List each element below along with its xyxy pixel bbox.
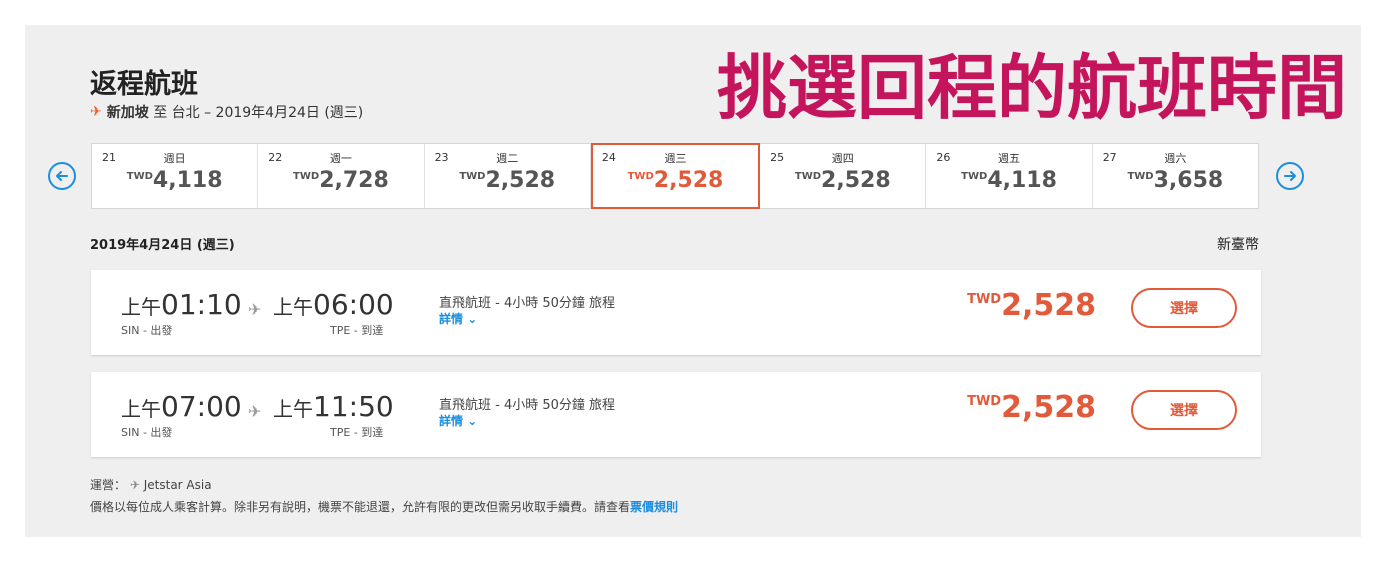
date-price: TWD3,658 <box>1127 168 1224 193</box>
fare-note-text: 價格以每位成人乘客計算。除非另有說明，機票不能退還，允許有限的更改但需另收取手續… <box>90 500 631 514</box>
overlay-caption: 挑選回程的航班時間 <box>717 46 1347 129</box>
fare-note: 價格以每位成人乘客計算。除非另有說明，機票不能退還，允許有限的更改但需另收取手續… <box>90 498 678 515</box>
route-date: – 2019年4月24日 (週三) <box>204 105 364 121</box>
next-dates-button[interactable] <box>1276 162 1304 190</box>
date-price: TWD4,118 <box>126 168 223 193</box>
flight-price: TWD2,528 <box>967 390 1096 425</box>
chevron-down-icon: ⌄ <box>467 312 478 326</box>
departure-time: 上午07:00 <box>121 390 242 423</box>
flight-description: 直飛航班 - 4小時 50分鐘 旅程 <box>439 296 616 311</box>
date-option-24-selected[interactable]: 24 週三 TWD2,528 <box>590 143 761 209</box>
arrival-airport: TPE - 到達 <box>330 426 384 439</box>
date-price: TWD4,118 <box>961 168 1057 193</box>
date-weekday: 週四 <box>831 152 854 165</box>
selected-date-heading: 2019年4月24日 (週三) <box>90 238 235 253</box>
flight-price: TWD2,528 <box>967 288 1096 323</box>
departure-time: 上午01:10 <box>121 288 242 321</box>
date-option-27[interactable]: 27 週六 TWD3,658 <box>1093 144 1258 208</box>
arrival-airport: TPE - 到達 <box>330 324 384 337</box>
arrival-time: 上午11:50 <box>273 390 394 423</box>
select-flight-button[interactable]: 選擇 <box>1131 288 1237 328</box>
route-to-word: 至 <box>153 105 168 121</box>
currency-label: 新臺幣 <box>1217 237 1259 253</box>
plane-icon: ✈ <box>90 104 102 120</box>
date-price: TWD2,728 <box>293 168 389 193</box>
route-from: 新加坡 <box>106 105 149 121</box>
plane-icon: ✈ <box>248 402 262 421</box>
plane-icon: ✈ <box>129 478 140 492</box>
departure-airport: SIN - 出發 <box>121 324 173 337</box>
date-weekday: 週二 <box>496 152 519 165</box>
arrival-time: 上午06:00 <box>273 288 394 321</box>
operator-line: 運營： ✈ Jetstar Asia <box>90 476 212 493</box>
fare-rules-link[interactable]: 票價規則 <box>630 500 678 514</box>
route-to: 台北 <box>171 105 200 121</box>
operator-label: 運營： <box>90 478 127 492</box>
select-flight-button[interactable]: 選擇 <box>1131 390 1237 430</box>
arrow-right-icon <box>1284 171 1296 181</box>
arrow-left-icon <box>56 171 68 181</box>
details-link[interactable]: 詳情 ⌄ <box>439 310 477 327</box>
date-weekday: 週日 <box>163 152 186 165</box>
chevron-down-icon: ⌄ <box>467 414 478 428</box>
date-option-21[interactable]: 21 週日 TWD4,118 <box>92 144 259 208</box>
date-price: TWD2,528 <box>459 168 556 193</box>
route-summary: ✈ 新加坡 至 台北 – 2019年4月24日 (週三) <box>90 102 363 122</box>
date-price: TWD2,528 <box>794 168 891 193</box>
departure-airport: SIN - 出發 <box>121 426 173 439</box>
date-option-23[interactable]: 23 週二 TWD2,528 <box>425 144 591 208</box>
date-option-25[interactable]: 25 週四 TWD2,528 <box>760 144 927 208</box>
date-option-22[interactable]: 22 週一 TWD2,728 <box>258 144 425 208</box>
details-link[interactable]: 詳情 ⌄ <box>439 412 477 429</box>
date-weekday: 週三 <box>664 152 687 165</box>
date-weekday: 週一 <box>329 152 352 165</box>
flight-card: 上午07:00 ✈ 上午11:50 SIN - 出發 TPE - 到達 直飛航班… <box>91 372 1261 457</box>
flight-card: 上午01:10 ✈ 上午06:00 SIN - 出發 TPE - 到達 直飛航班… <box>91 270 1261 355</box>
operator-name: Jetstar Asia <box>143 478 212 492</box>
plane-icon: ✈ <box>248 300 262 319</box>
date-option-26[interactable]: 26 週五 TWD4,118 <box>926 144 1093 208</box>
page-title: 返程航班 <box>90 69 198 100</box>
date-weekday: 週五 <box>998 152 1021 165</box>
previous-dates-button[interactable] <box>48 162 76 190</box>
date-price: TWD2,528 <box>627 168 724 193</box>
date-weekday: 週六 <box>1164 152 1187 165</box>
flight-description: 直飛航班 - 4小時 50分鐘 旅程 <box>439 398 616 413</box>
date-strip: 21 週日 TWD4,118 22 週一 TWD2,728 23 週二 TWD2… <box>91 143 1259 209</box>
